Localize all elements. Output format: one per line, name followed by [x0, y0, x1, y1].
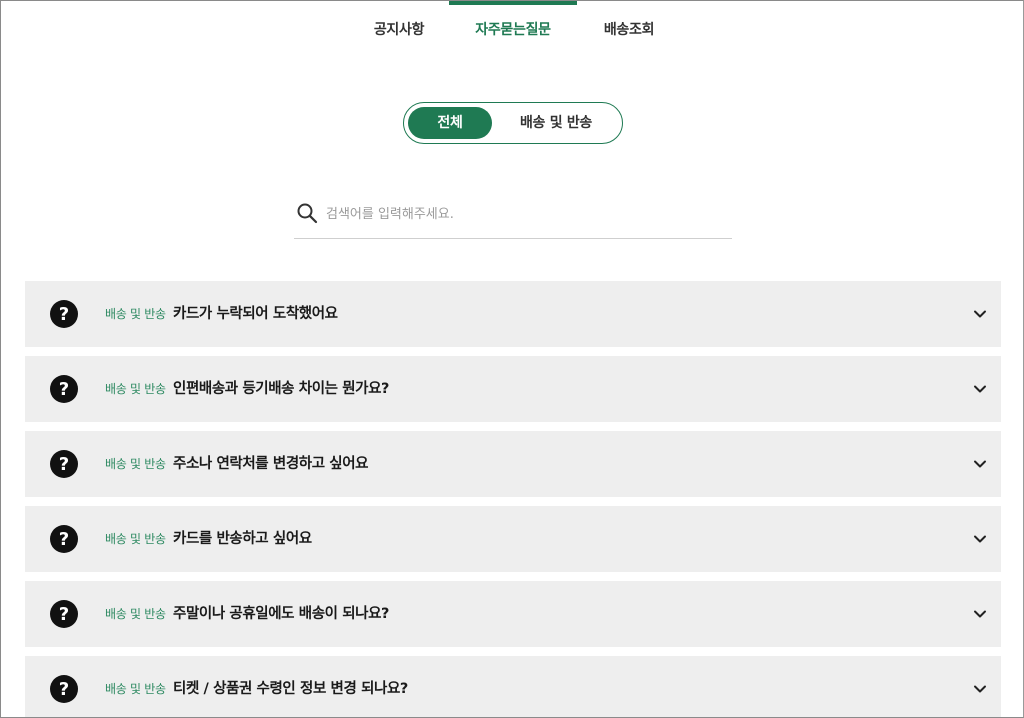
chevron-down-icon[interactable]: [973, 532, 987, 546]
faq-item[interactable]: ? 배송 및 반송 카드를 반송하고 싶어요: [25, 506, 1001, 572]
tab-shipping-tracking[interactable]: 배송조회: [581, 1, 677, 61]
category-filter: 전체 배송 및 반송: [403, 102, 623, 144]
faq-item[interactable]: ? 배송 및 반송 티켓 / 상품권 수령인 정보 변경 되나요?: [25, 656, 1001, 717]
question-icon: ?: [50, 375, 78, 403]
chevron-down-icon[interactable]: [973, 457, 987, 471]
faq-item[interactable]: ? 배송 및 반송 주말이나 공휴일에도 배송이 되나요?: [25, 581, 1001, 647]
filter-all-button[interactable]: 전체: [408, 107, 492, 139]
svg-text:?: ?: [59, 679, 69, 700]
question-icon: ?: [50, 450, 78, 478]
faq-category: 배송 및 반송: [105, 307, 166, 321]
faq-item[interactable]: ? 배송 및 반송 카드가 누락되어 도착했어요: [25, 281, 1001, 347]
filter-shipping-button[interactable]: 배송 및 반송: [504, 107, 608, 139]
faq-question: 주말이나 공휴일에도 배송이 되나요?: [173, 606, 390, 622]
faq-question: 인편배송과 등기배송 차이는 뭔가요?: [173, 381, 390, 397]
chevron-down-icon[interactable]: [973, 307, 987, 321]
faq-question: 티켓 / 상품권 수령인 정보 변경 되나요?: [173, 681, 408, 697]
faq-question: 카드를 반송하고 싶어요: [173, 531, 312, 547]
faq-category: 배송 및 반송: [105, 607, 166, 621]
faq-item[interactable]: ? 배송 및 반송 주소나 연락처를 변경하고 싶어요: [25, 431, 1001, 497]
chevron-down-icon[interactable]: [973, 682, 987, 696]
faq-question: 주소나 연락처를 변경하고 싶어요: [173, 456, 369, 472]
faq-list: ? 배송 및 반송 카드가 누락되어 도착했어요 ? 배송 및 반송 인편배송과…: [25, 281, 1001, 717]
search-input[interactable]: [326, 199, 726, 229]
svg-text:?: ?: [59, 304, 69, 325]
svg-text:?: ?: [59, 379, 69, 400]
question-icon: ?: [50, 600, 78, 628]
faq-category: 배송 및 반송: [105, 682, 166, 696]
faq-item[interactable]: ? 배송 및 반송 인편배송과 등기배송 차이는 뭔가요?: [25, 356, 1001, 422]
svg-text:?: ?: [59, 604, 69, 625]
question-icon: ?: [50, 525, 78, 553]
faq-category: 배송 및 반송: [105, 457, 166, 471]
chevron-down-icon[interactable]: [973, 382, 987, 396]
search-icon[interactable]: [296, 202, 318, 224]
svg-text:?: ?: [59, 529, 69, 550]
question-icon: ?: [50, 675, 78, 703]
question-icon: ?: [50, 300, 78, 328]
svg-text:?: ?: [59, 454, 69, 475]
page-frame: 공지사항 자주묻는질문 배송조회 전체 배송 및 반송 ? 배송 및 반송 카드…: [0, 0, 1024, 718]
tab-notice[interactable]: 공지사항: [351, 1, 447, 61]
search-bar: [294, 195, 732, 239]
faq-question: 카드가 누락되어 도착했어요: [173, 306, 338, 322]
top-tabs: 공지사항 자주묻는질문 배송조회: [1, 1, 1023, 61]
faq-category: 배송 및 반송: [105, 532, 166, 546]
faq-category: 배송 및 반송: [105, 382, 166, 396]
chevron-down-icon[interactable]: [973, 607, 987, 621]
tab-faq[interactable]: 자주묻는질문: [449, 1, 577, 61]
